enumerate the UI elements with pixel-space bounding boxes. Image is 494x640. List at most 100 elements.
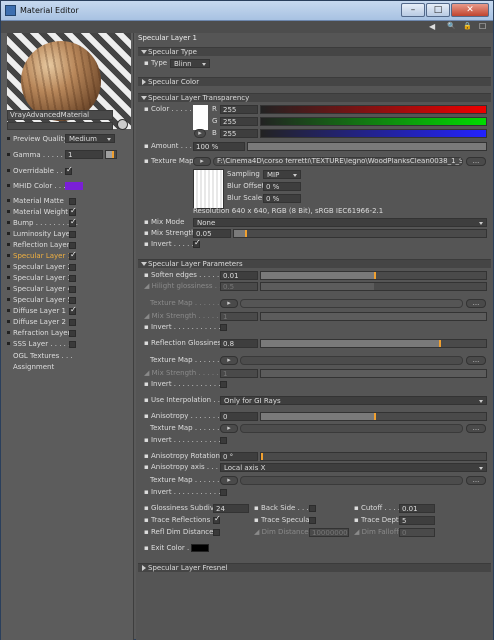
menu-icon[interactable]: ☐: [479, 22, 486, 31]
assignment-item[interactable]: Assignment: [13, 362, 54, 372]
layer-checkbox[interactable]: [69, 341, 76, 348]
g-slider[interactable]: [260, 117, 487, 126]
texture-path-field[interactable]: F:\Cinema4D\corso ferretti\TEXTURE\legno…: [213, 157, 463, 166]
invert-checkbox-4[interactable]: [220, 437, 227, 444]
anisotropy-slider[interactable]: [260, 412, 487, 421]
layer-checkbox[interactable]: [69, 217, 77, 227]
layer-checkbox[interactable]: [69, 275, 76, 282]
material-name-field[interactable]: VrayAdvancedMaterial: [7, 110, 113, 120]
exit-color-swatch[interactable]: [191, 544, 209, 552]
texture-field-5[interactable]: [240, 476, 463, 485]
glossiness-subdivs-field[interactable]: 24: [213, 504, 249, 513]
specular-color-header[interactable]: Specular Color: [138, 77, 491, 86]
mhid-color-swatch[interactable]: [65, 182, 83, 190]
trace-specular-checkbox[interactable]: [309, 517, 316, 524]
mix-strength-slider[interactable]: [233, 229, 487, 238]
layer-checkbox[interactable]: [69, 305, 77, 315]
dim-distance-field[interactable]: 100000000: [309, 528, 349, 537]
amount-slider[interactable]: [247, 142, 487, 151]
gamma-slider[interactable]: [105, 150, 117, 159]
layer-checkbox[interactable]: [69, 231, 76, 238]
layer-checkbox[interactable]: [69, 286, 76, 293]
trace-depth-field[interactable]: 5: [399, 516, 435, 525]
parameters-header[interactable]: Specular Layer Parameters: [138, 259, 491, 268]
texture-browse-button-3[interactable]: ...: [466, 356, 486, 365]
hilight-glossiness-field[interactable]: 0.5: [220, 282, 258, 291]
texture-browse-button-2[interactable]: ...: [466, 299, 486, 308]
amount-field[interactable]: 100 %: [193, 142, 245, 151]
sampling-dropdown[interactable]: MIP: [263, 170, 301, 179]
texture-menu-button-5[interactable]: ▸: [220, 476, 238, 485]
transparency-color-swatch[interactable]: [193, 105, 208, 130]
gamma-field[interactable]: 1: [65, 150, 103, 159]
invert-checkbox-5[interactable]: [220, 489, 227, 496]
search-icon[interactable]: 🔍: [447, 22, 456, 30]
back-side-checkbox[interactable]: [309, 505, 316, 512]
texture-menu-button-4[interactable]: ▸: [220, 424, 238, 433]
anisotropy-rotation-field[interactable]: 0 °: [220, 452, 258, 461]
mix-strength-field-3[interactable]: 1: [220, 369, 258, 378]
anisotropy-field[interactable]: 0: [220, 412, 258, 421]
fresnel-header[interactable]: Specular Layer Fresnel: [138, 563, 491, 572]
minimize-button[interactable]: –: [401, 3, 425, 17]
texture-browse-button[interactable]: ...: [466, 157, 486, 166]
layer-checkbox[interactable]: [69, 206, 77, 216]
blur-scale-field[interactable]: 0 %: [263, 194, 301, 203]
preview-quality-dropdown[interactable]: Medium: [65, 134, 115, 143]
layer-checkbox[interactable]: [69, 264, 76, 271]
anisotropy-axis-dropdown[interactable]: Local axis X: [220, 463, 487, 472]
soften-edges-field[interactable]: 0.01: [220, 271, 258, 280]
r-slider[interactable]: [260, 105, 487, 114]
use-interpolation-dropdown[interactable]: Only for GI Rays: [220, 396, 487, 405]
texture-menu-button-2[interactable]: ▸: [220, 299, 238, 308]
link-icon[interactable]: [117, 119, 128, 130]
refl-dim-distance-checkbox[interactable]: [213, 529, 220, 536]
material-name-field-2[interactable]: [7, 122, 113, 130]
b-field[interactable]: 255: [220, 129, 258, 138]
texture-menu-button[interactable]: ▸: [193, 157, 211, 166]
blur-offset-field[interactable]: 0 %: [263, 182, 301, 191]
ogl-textures-item[interactable]: OGL Textures . . .: [13, 351, 73, 361]
cutoff-field[interactable]: 0.01: [399, 504, 435, 513]
anisotropy-rotation-slider[interactable]: [260, 452, 487, 461]
texture-field-3[interactable]: [240, 356, 463, 365]
texture-menu-button-3[interactable]: ▸: [220, 356, 238, 365]
color-picker-button[interactable]: ▸: [194, 129, 206, 138]
mix-strength-field-2[interactable]: 1: [220, 312, 258, 321]
reflection-glossiness-slider[interactable]: [260, 339, 487, 348]
layer-checkbox[interactable]: [69, 250, 77, 260]
texture-browse-button-4[interactable]: ...: [466, 424, 486, 433]
texture-thumbnail[interactable]: [193, 169, 224, 209]
mix-strength-field[interactable]: 0.05: [193, 229, 231, 238]
texture-field-2[interactable]: [240, 299, 463, 308]
invert-checkbox-3[interactable]: [220, 381, 227, 388]
back-arrow-icon[interactable]: ◀: [429, 22, 435, 31]
overridable-checkbox[interactable]: [65, 165, 73, 175]
soften-edges-slider[interactable]: [260, 271, 487, 280]
layer-checkbox[interactable]: [69, 242, 76, 249]
layer-checkbox[interactable]: [69, 330, 76, 337]
layer-checkbox[interactable]: [69, 319, 76, 326]
mix-mode-dropdown[interactable]: None: [193, 218, 487, 227]
invert-checkbox-2[interactable]: [220, 324, 227, 331]
invert-checkbox[interactable]: [193, 238, 201, 248]
transparency-header[interactable]: Specular Layer Transparency: [138, 93, 491, 102]
mix-strength-slider-3[interactable]: [260, 369, 487, 378]
mix-strength-slider-2[interactable]: [260, 312, 487, 321]
reflection-glossiness-field[interactable]: 0.8: [220, 339, 258, 348]
r-field[interactable]: 255: [220, 105, 258, 114]
layer-checkbox[interactable]: [69, 198, 76, 205]
b-slider[interactable]: [260, 129, 487, 138]
close-button[interactable]: ✕: [451, 3, 489, 17]
layer-checkbox[interactable]: [69, 297, 76, 304]
dim-falloff-field[interactable]: 0: [399, 528, 435, 537]
g-field[interactable]: 255: [220, 117, 258, 126]
hilight-glossiness-slider[interactable]: [260, 282, 487, 291]
trace-reflections-checkbox[interactable]: [213, 514, 221, 524]
specular-type-header[interactable]: Specular Type: [138, 47, 491, 56]
texture-browse-button-5[interactable]: ...: [466, 476, 486, 485]
type-dropdown[interactable]: Blinn: [170, 59, 210, 68]
lock-icon[interactable]: 🔒: [463, 22, 472, 30]
texture-field-4[interactable]: [240, 424, 463, 433]
maximize-button[interactable]: □: [426, 3, 450, 17]
